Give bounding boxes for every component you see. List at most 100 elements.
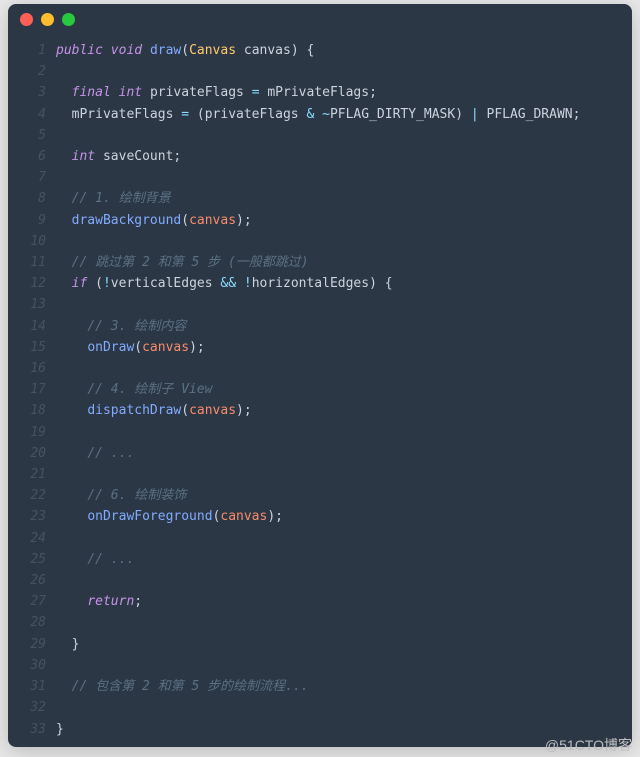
token-punc: ; [173,149,181,164]
code-line: public void draw(Canvas canvas) { [56,40,624,61]
watermark: @51CTO博客 [545,735,632,755]
token-punc: ) [236,213,244,228]
token-punc: ) [455,107,463,122]
token-kw: final [72,85,111,100]
token-var: canvas [244,43,291,58]
line-number: 4 [8,104,46,125]
code-line: // 6. 绘制装饰 [56,485,624,506]
code-line [56,422,624,443]
token-op: & [306,107,314,122]
line-number: 15 [8,337,46,358]
line-number: 3 [8,82,46,103]
token-punc: ( [181,213,189,228]
line-number: 9 [8,210,46,231]
code-line [56,697,624,718]
line-number: 11 [8,252,46,273]
token-brace: } [72,637,80,652]
token-com: // 包含第 2 和第 5 步的绘制流程... [72,679,309,694]
code-line [56,655,624,676]
code-line: int saveCount; [56,146,624,167]
code-line: } [56,719,624,740]
line-number: 16 [8,358,46,379]
line-number: 10 [8,231,46,252]
token-var: verticalEdges [111,276,213,291]
token-op: ! [244,276,252,291]
token-var: privateFlags [150,85,244,100]
token-com: // 6. 绘制装饰 [87,488,186,503]
code-line: // ... [56,443,624,464]
line-number: 29 [8,634,46,655]
line-number: 20 [8,443,46,464]
line-number: 23 [8,506,46,527]
code-line [56,570,624,591]
token-param: canvas [220,509,267,524]
token-punc: ) [189,340,197,355]
token-punc: ( [95,276,103,291]
code-line: // 包含第 2 和第 5 步的绘制流程... [56,676,624,697]
token-punc: ; [244,213,252,228]
token-com: // ... [87,552,134,567]
line-number: 19 [8,422,46,443]
code-line [56,61,624,82]
token-var: PFLAG_DIRTY_MASK [330,107,455,122]
line-number: 28 [8,612,46,633]
line-number: 21 [8,464,46,485]
token-var: horizontalEdges [252,276,369,291]
token-punc: ) [291,43,299,58]
code-line [56,464,624,485]
window-titlebar [8,4,632,34]
line-number: 6 [8,146,46,167]
line-number: 17 [8,379,46,400]
token-param: canvas [189,213,236,228]
line-number: 1 [8,40,46,61]
code-line: return; [56,591,624,612]
code-line [56,294,624,315]
line-number: 24 [8,528,46,549]
token-var: saveCount [103,149,173,164]
close-icon[interactable] [20,13,33,26]
code-line [56,528,624,549]
token-punc: ; [134,594,142,609]
minimize-icon[interactable] [41,13,54,26]
code-line [56,125,624,146]
token-func: drawBackground [72,213,182,228]
token-brace: { [307,43,315,58]
token-punc: ( [134,340,142,355]
code-line: drawBackground(canvas); [56,210,624,231]
token-com: // ... [87,446,134,461]
line-number: 2 [8,61,46,82]
token-punc: ; [244,403,252,418]
token-op: = [252,85,260,100]
token-com: // 4. 绘制子 View [87,382,212,397]
line-number: 26 [8,570,46,591]
token-var: privateFlags [205,107,299,122]
token-punc: ) [236,403,244,418]
token-var: mPrivateFlags [267,85,369,100]
token-punc: ) [267,509,275,524]
token-ident: Canvas [189,43,236,58]
token-punc: ; [275,509,283,524]
line-number: 33 [8,719,46,740]
token-com: // 1. 绘制背景 [72,191,171,206]
line-number: 32 [8,697,46,718]
code-line: // 跳过第 2 和第 5 步 (一般都跳过) [56,252,624,273]
token-func: onDrawForeground [87,509,212,524]
code-line [56,612,624,633]
line-number: 13 [8,294,46,315]
token-type: int [72,149,95,164]
token-param: canvas [142,340,189,355]
token-type: int [119,85,142,100]
code-line: mPrivateFlags = (privateFlags & ~PFLAG_D… [56,104,624,125]
line-number: 22 [8,485,46,506]
token-brace: { [385,276,393,291]
code-line: onDraw(canvas); [56,337,624,358]
code-line: dispatchDraw(canvas); [56,400,624,421]
token-punc: ; [573,107,581,122]
code-line: // 1. 绘制背景 [56,188,624,209]
token-op: ! [103,276,111,291]
code-line: // ... [56,549,624,570]
token-kw: if [72,276,88,291]
token-com: // 跳过第 2 和第 5 步 (一般都跳过) [72,255,309,270]
token-punc: ; [197,340,205,355]
zoom-icon[interactable] [62,13,75,26]
